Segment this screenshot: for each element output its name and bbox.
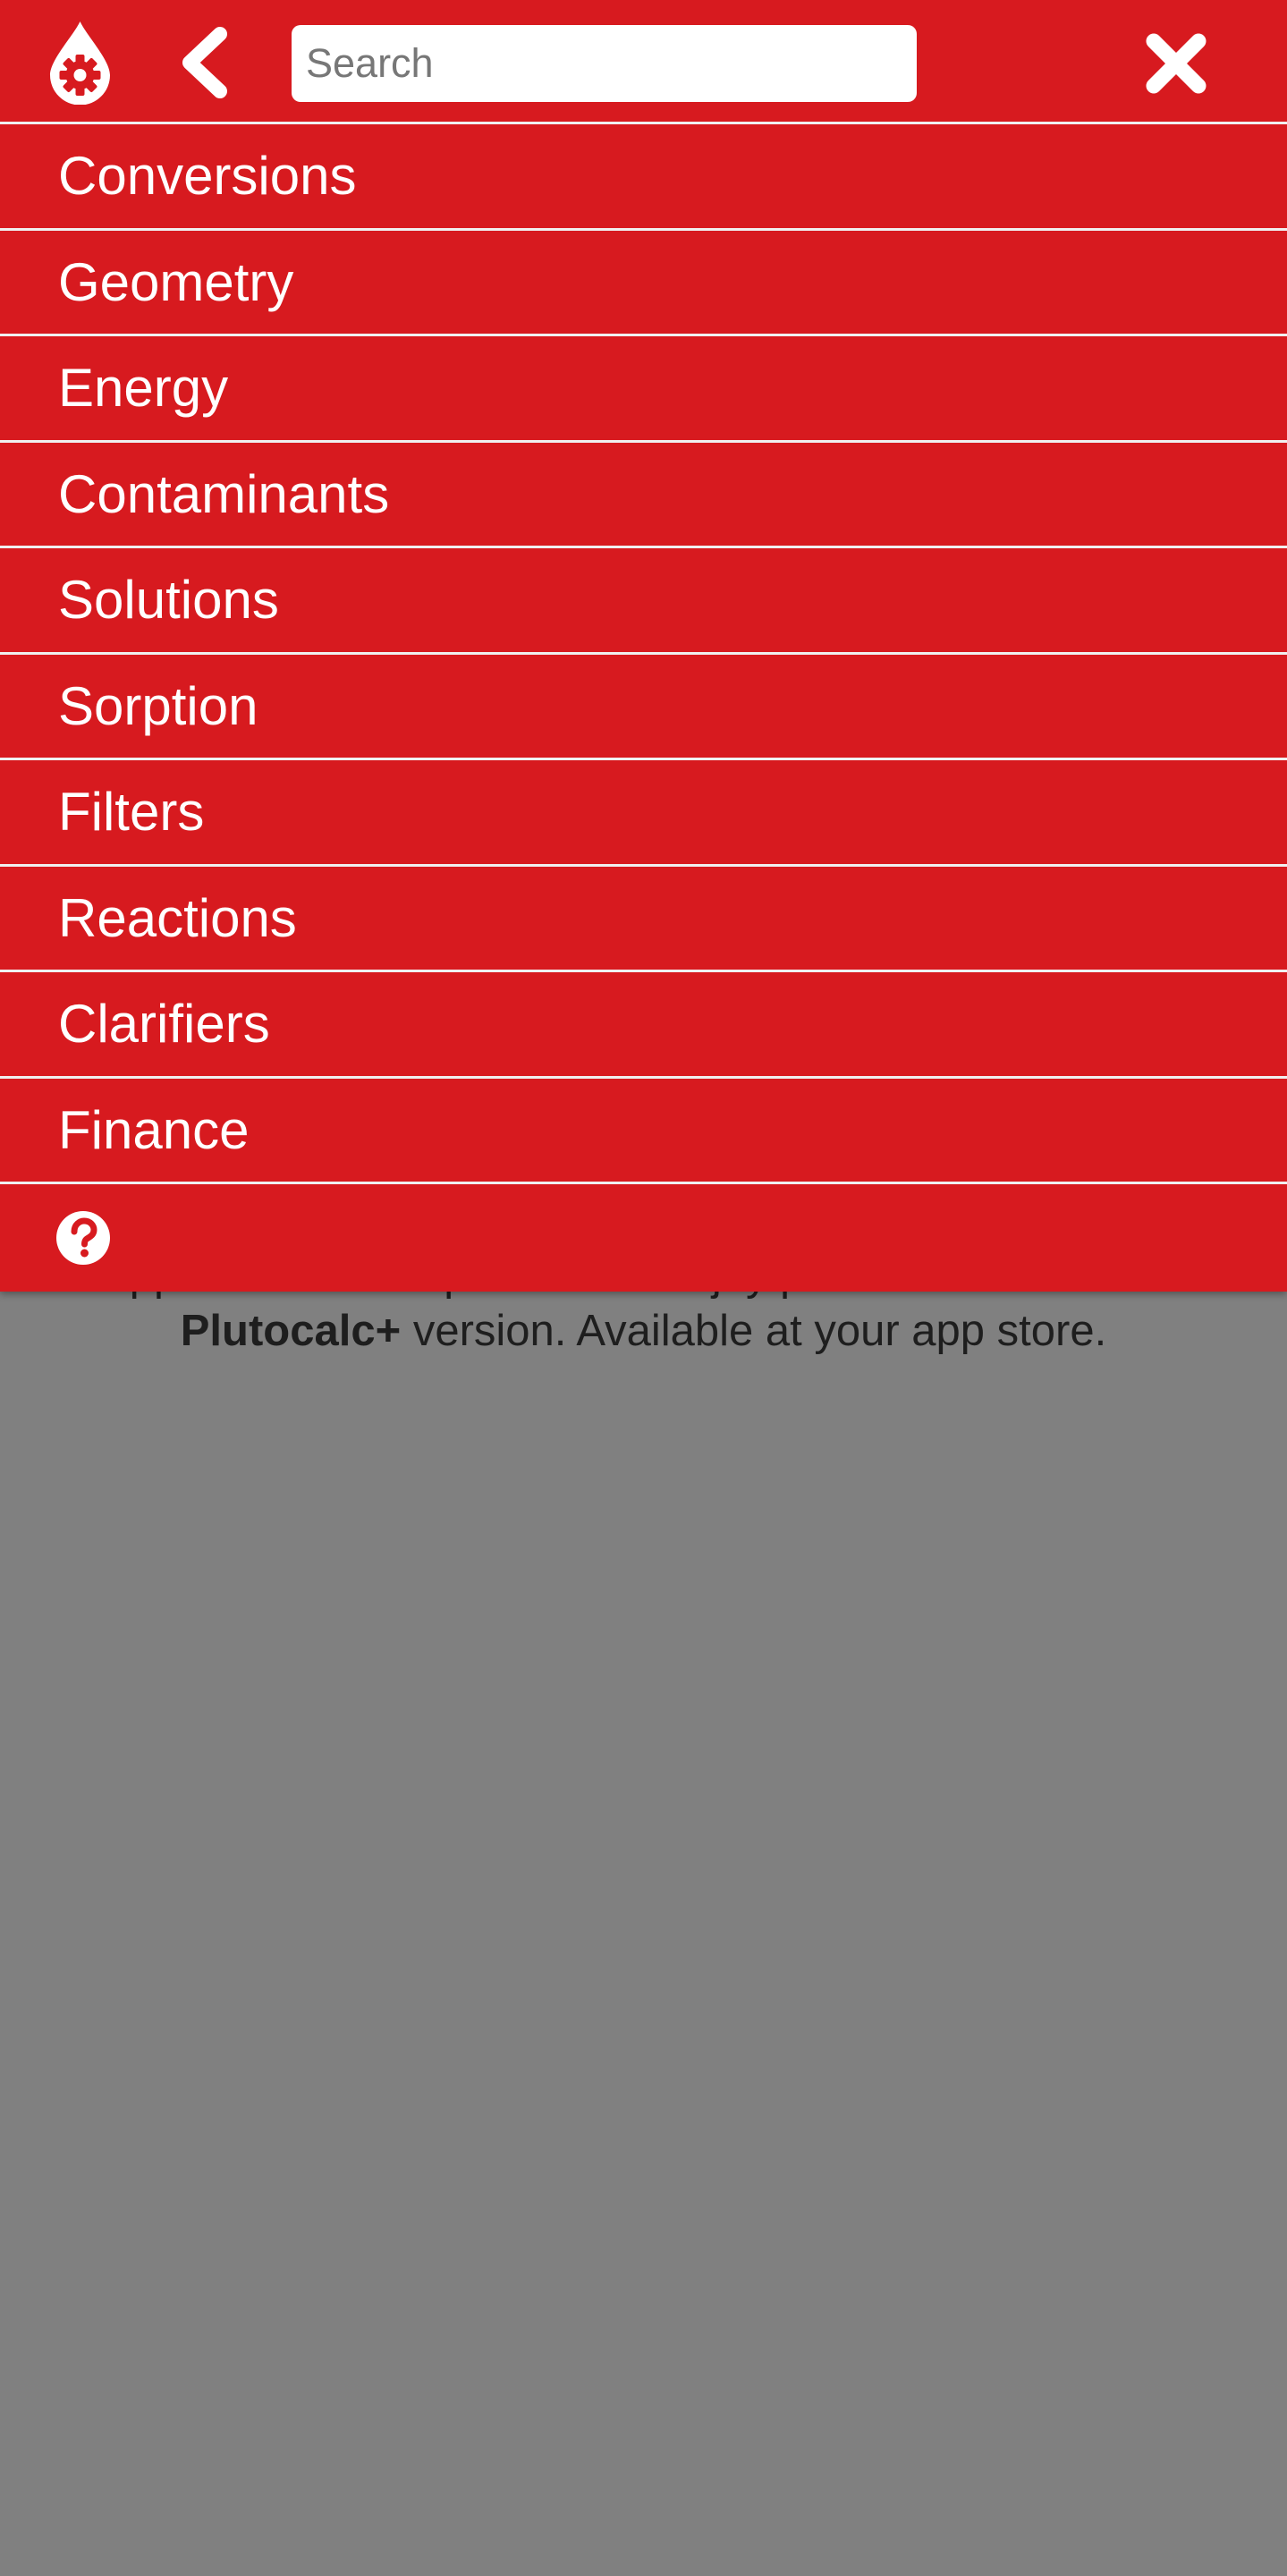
help-circle-icon[interactable]: [55, 1210, 111, 1266]
menu-item-finance[interactable]: Finance: [0, 1079, 1287, 1184]
close-icon[interactable]: [1143, 30, 1209, 97]
menu-item-reactions[interactable]: Reactions: [0, 867, 1287, 972]
menu-header: [0, 0, 1287, 124]
menu-item-clarifiers[interactable]: Clarifiers: [0, 972, 1287, 1079]
menu-item-solutions[interactable]: Solutions: [0, 548, 1287, 655]
promo-line-2: Plutocalc+ version. Available at your ap…: [0, 1303, 1287, 1359]
menu-item-label: Solutions: [58, 570, 279, 631]
menu-item-label: Geometry: [58, 251, 294, 312]
drop-gear-icon[interactable]: [47, 20, 114, 105]
menu-item-filters[interactable]: Filters: [0, 760, 1287, 867]
menu-item-label: Energy: [58, 358, 229, 419]
promo-brand: Plutocalc+: [180, 1307, 402, 1355]
menu-item-label: Clarifiers: [58, 994, 270, 1055]
category-menu: Conversions Geometry Energy Contaminants…: [0, 0, 1287, 1292]
menu-item-label: Finance: [58, 1099, 250, 1160]
promo-line-2-rest: version. Available at your app store.: [401, 1307, 1107, 1355]
menu-item-conversions[interactable]: Conversions: [0, 124, 1287, 231]
menu-item-label: Reactions: [58, 887, 297, 948]
menu-item-label: Conversions: [58, 146, 357, 207]
menu-item-label: Contaminants: [58, 463, 390, 524]
menu-item-label: Filters: [58, 782, 205, 843]
menu-item-geometry[interactable]: Geometry: [0, 231, 1287, 336]
chevron-left-icon[interactable]: [177, 27, 233, 98]
search-input[interactable]: [292, 25, 917, 102]
menu-item-sorption[interactable]: Sorption: [0, 655, 1287, 760]
menu-item-energy[interactable]: Energy: [0, 336, 1287, 443]
menu-footer: [0, 1184, 1287, 1292]
menu-item-contaminants[interactable]: Contaminants: [0, 443, 1287, 548]
menu-item-label: Sorption: [58, 675, 258, 736]
